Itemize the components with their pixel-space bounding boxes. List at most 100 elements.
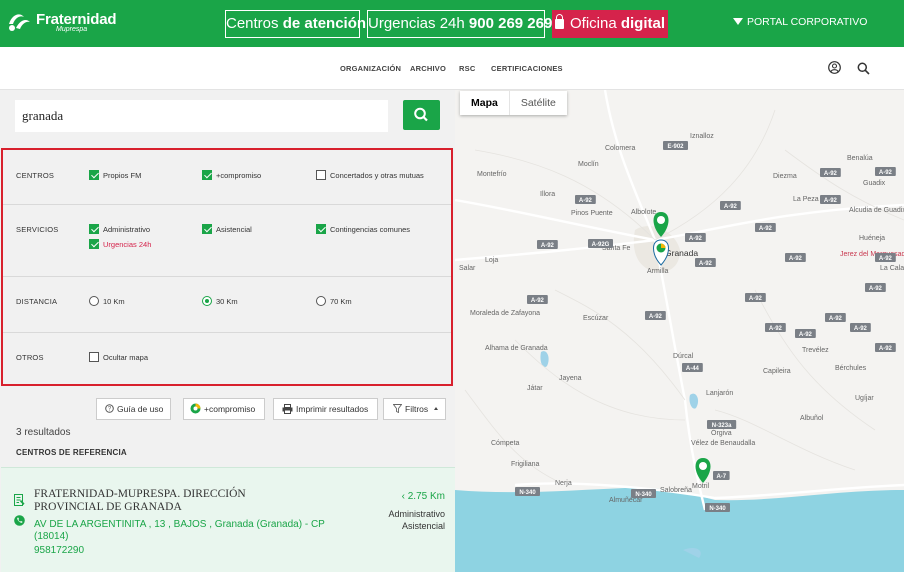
urgencias-button[interactable]: Urgencias 24h 900 269 269 — [367, 10, 552, 38]
logo-subtitle: Muprespa — [56, 26, 88, 33]
center-address[interactable]: AV DE LA ARGENTINITA , 13 , BAJOS , Gran… — [34, 519, 334, 543]
nav-item-archivo[interactable]: ARCHIVO — [410, 64, 446, 73]
center-distance: ‹ 2.75 Km — [401, 491, 445, 502]
road-shield: A-92 — [875, 253, 896, 262]
secondary-nav: ORGANIZACIÓN ARCHIVO RSC CERTIFICACIONES — [0, 47, 904, 90]
map-type-tabs: Mapa Satélite — [460, 91, 567, 115]
filter-label-otros: OTROS — [16, 353, 44, 362]
logo-icon — [9, 14, 30, 31]
nav-item-rsc[interactable]: RSC — [459, 64, 475, 73]
result-card[interactable]: FRATERNIDAD-MUPRESPA. DIRECCIÓN PROVINCI… — [1, 467, 455, 572]
map-place-label: Pinos Puente — [571, 210, 613, 217]
option-label: Administrativo — [103, 225, 151, 234]
map-place-label: La Calahorra — [880, 265, 904, 272]
map-place-label: Játar — [527, 385, 543, 392]
option-label: Concertados y otras mutuas — [330, 171, 424, 180]
road-shield: A-92 — [875, 343, 896, 352]
map-labels: Iznalloz Colomera Montefrío Moclín Illora Pin… — [459, 133, 904, 512]
center-services: Administrativo Asistencial — [388, 508, 445, 532]
road-shield: A-92 — [537, 240, 558, 249]
option-label: Propios FM — [103, 171, 142, 180]
svg-text:A-92: A-92 — [689, 236, 703, 242]
map-place-label: Órgiva — [711, 428, 732, 437]
road-shield: A-92 — [825, 313, 846, 322]
svg-text:N-340: N-340 — [709, 506, 726, 512]
map-place-label: Ugíjar — [855, 395, 874, 402]
fraternidad-logo[interactable]: Fraternidad Muprespa — [6, 9, 126, 37]
urgencias-label: Urgencias 24h — [368, 15, 469, 32]
user-icon[interactable] — [828, 61, 841, 74]
search-panel: granada CENTROS Propios FM +compromiso C… — [0, 90, 455, 572]
svg-text:A-92: A-92 — [649, 314, 663, 320]
option-label: Asistencial — [216, 225, 252, 234]
urgencias-phone: 900 269 269 — [468, 15, 553, 32]
svg-text:A-92: A-92 — [541, 243, 555, 249]
road-shield: A-92 — [765, 323, 786, 332]
nav-item-organizacion[interactable]: ORGANIZACIÓN — [340, 64, 401, 73]
svg-text:A-7: A-7 — [716, 474, 726, 480]
map-place-label: Diezma — [773, 173, 797, 180]
guia-de-uso-button[interactable]: ? Guía de uso — [96, 398, 171, 420]
filter-icon — [393, 404, 402, 414]
svg-text:A-92: A-92 — [824, 171, 838, 177]
results-count: 3 resultados — [16, 427, 71, 438]
filtros-label: Filtros — [405, 404, 429, 414]
map-place-label: Colomera — [605, 145, 635, 152]
road-shield: A-7 — [713, 471, 730, 480]
center-phone[interactable]: 958172290 — [34, 545, 84, 556]
map-place-label: Cómpeta — [491, 440, 520, 447]
filter-row-servicios: SERVICIOS Administrativo Asistencial Con… — [3, 205, 451, 277]
map-place-label: La Peza — [793, 196, 819, 203]
portal-label: PORTAL CORPORATIVO — [747, 16, 868, 28]
svg-text:N-323a: N-323a — [712, 423, 732, 429]
map-place-label: Alhama de Granada — [485, 345, 548, 352]
portal-corporativo-menu[interactable]: PORTAL CORPORATIVO — [733, 16, 867, 28]
map-place-label: Dúrcal — [673, 353, 694, 360]
svg-text:A-92: A-92 — [879, 170, 893, 176]
svg-text:A-92: A-92 — [789, 256, 803, 262]
search-button[interactable] — [403, 100, 440, 130]
svg-text:A-92: A-92 — [869, 286, 883, 292]
option-label: Urgencias 24h — [103, 240, 152, 249]
map-place-label: Motril — [692, 483, 710, 490]
map-place-label: Jayena — [559, 375, 582, 382]
service-asistencial: Asistencial — [401, 521, 445, 531]
map-place-label: Escúzar — [583, 315, 609, 322]
road-shield: A-92 — [865, 283, 886, 292]
road-shield: A-92 — [720, 201, 741, 210]
svg-text:A-92: A-92 — [724, 204, 738, 210]
oficina-label-bold: digital — [620, 15, 666, 32]
service-administrativo: Administrativo — [388, 509, 445, 519]
center-name[interactable]: FRATERNIDAD-MUPRESPA. DIRECCIÓN PROVINCI… — [34, 488, 294, 514]
map-place-label: Capileira — [763, 368, 791, 375]
map-place-label: Moraleda de Zafayona — [470, 310, 540, 317]
map-place-label: Alcudia de Guadix — [849, 207, 904, 214]
map-place-label: Benalúa — [847, 155, 873, 162]
option-label: 10 Km — [103, 297, 125, 306]
search-icon[interactable] — [857, 62, 870, 75]
imprimir-resultados-button[interactable]: Imprimir resultados — [273, 398, 378, 420]
compromiso-button[interactable]: +compromiso — [183, 398, 265, 420]
svg-text:A-92: A-92 — [531, 298, 545, 304]
svg-text:A-92: A-92 — [829, 316, 843, 322]
compromiso-icon — [190, 403, 201, 414]
location-search-input[interactable]: granada — [15, 100, 388, 132]
map-place-label: Moclín — [578, 161, 599, 168]
road-shield: A-92 — [820, 195, 841, 204]
svg-text:A-92: A-92 — [749, 296, 763, 302]
filter-row-otros: OTROS Ocultar mapa — [3, 333, 451, 384]
filtros-toggle-button[interactable]: Filtros — [383, 398, 446, 420]
map-view[interactable]: Iznalloz Colomera Montefrío Moclín Illora Pin… — [455, 90, 904, 572]
road-shield: N-323a — [707, 420, 737, 429]
svg-text:A-92: A-92 — [879, 346, 893, 352]
compromiso-label: +compromiso — [204, 404, 256, 414]
map-place-label: Salobreña — [660, 487, 692, 494]
centros-de-atencion-button[interactable]: Centros de atención — [225, 10, 366, 38]
tab-mapa[interactable]: Mapa — [460, 91, 510, 115]
map-place-label: Montefrío — [477, 171, 507, 178]
tab-satelite[interactable]: Satélite — [510, 91, 567, 115]
oficina-digital-button[interactable]: Oficina digital — [552, 10, 668, 38]
option-label: 30 Km — [216, 297, 238, 306]
nav-item-certificaciones[interactable]: CERTIFICACIONES — [491, 64, 563, 73]
caret-up-icon — [433, 407, 438, 410]
